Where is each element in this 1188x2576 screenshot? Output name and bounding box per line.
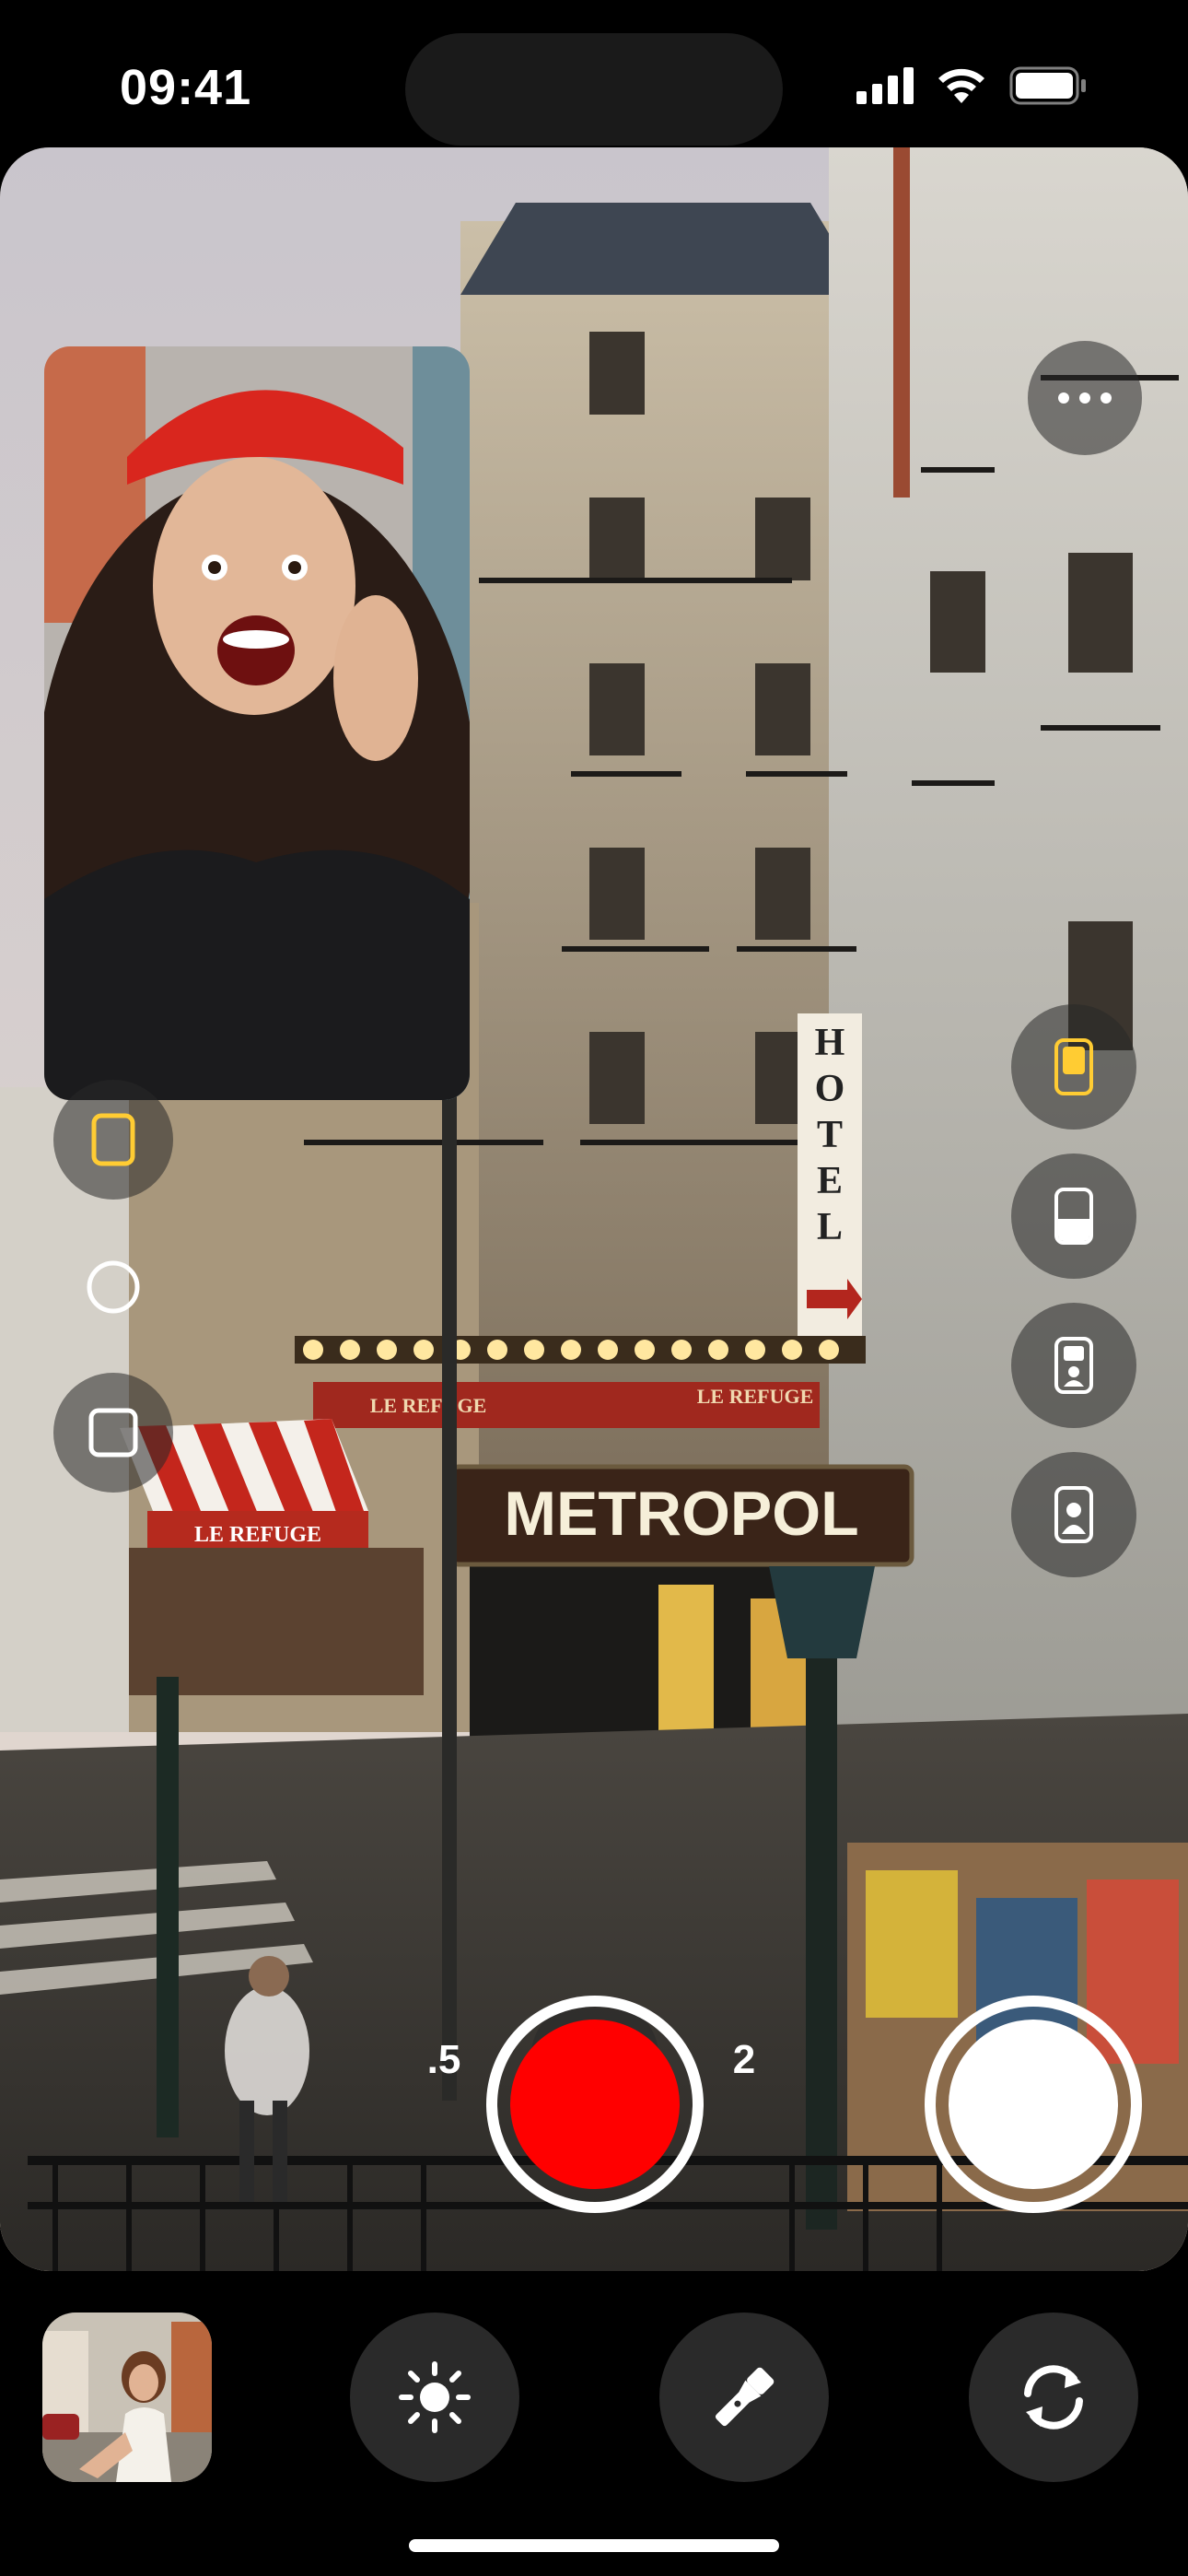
dynamic-island [405,33,783,146]
home-indicator[interactable] [409,2539,779,2552]
svg-text:O: O [815,1068,845,1110]
svg-text:T: T [817,1114,843,1156]
cellular-signal-icon [856,67,914,109]
more-dots-icon [1058,392,1112,404]
status-icons [856,66,1089,110]
svg-text:L: L [817,1206,843,1248]
shutter-inner [949,2020,1118,2189]
square-frame-icon [88,1408,138,1458]
wifi-icon [936,66,987,110]
record-indicator [510,2020,680,2189]
metropolitain-sign-text: METROPOL [504,1479,858,1549]
hotel-sign-letter-h: H [815,1022,845,1064]
frame-portrait-button[interactable] [53,1080,173,1200]
battery-icon [1009,66,1089,110]
status-bar: 09:41 [0,0,1188,147]
layout-pip-top-icon [1054,1337,1093,1394]
awning-top-right-text: LE REFUGE [697,1385,814,1408]
frame-circle-button[interactable] [53,1227,173,1347]
record-video-button[interactable] [486,1996,704,2213]
layout-pip-bottom-icon [1054,1486,1093,1543]
circle-frame-icon [87,1260,140,1314]
awning-sign-text: LE REFUGE [194,1523,321,1547]
front-camera-preview[interactable] [44,346,470,1100]
brightness-icon [399,2361,471,2433]
layout-portrait-button[interactable] [1011,1004,1136,1130]
gallery-thumbnail[interactable] [42,2313,212,2482]
layout-split-icon [1054,1188,1093,1245]
layout-split-button[interactable] [1011,1153,1136,1279]
flashlight-button[interactable] [659,2313,829,2482]
frame-square-button[interactable] [53,1373,173,1493]
svg-text:E: E [817,1160,843,1202]
layout-pip-top-button[interactable] [1011,1303,1136,1428]
layout-pip-bottom-button[interactable] [1011,1452,1136,1577]
brightness-button[interactable] [350,2313,519,2482]
selfie-image [44,346,470,1100]
more-options-button[interactable] [1028,341,1142,455]
camera-viewfinder[interactable]: H O T E L LE REFUGE LE REFUGE LE REFUGE [0,147,1188,2271]
last-photo-thumbnail-image [42,2313,212,2482]
switch-camera-button[interactable] [969,2313,1138,2482]
layout-portrait-icon [1054,1038,1093,1095]
flashlight-icon [715,2367,775,2427]
status-time: 09:41 [120,60,252,115]
shutter-button[interactable] [925,1996,1142,2213]
portrait-frame-icon [91,1113,135,1166]
switch-camera-icon [1024,2365,1083,2430]
awning-top-left-text: LE REFUGE [370,1394,487,1417]
